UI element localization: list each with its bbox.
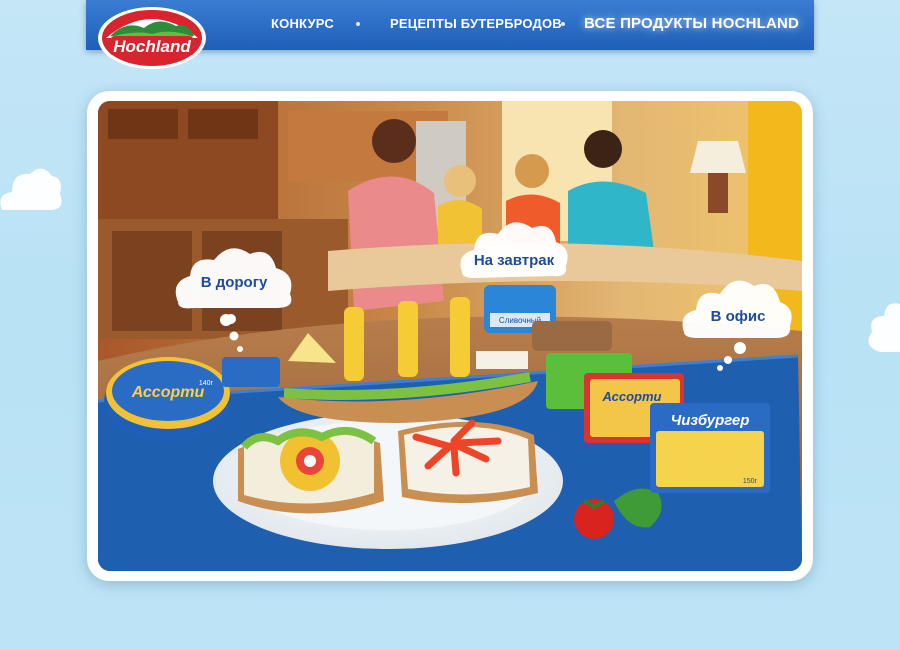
bubble-office[interactable]: В офис	[680, 268, 796, 372]
product-cheeseburger-name: Чизбургер	[671, 412, 750, 429]
bubble-breakfast[interactable]: На завтрак	[458, 212, 570, 282]
bubble-office-label: В офис	[710, 308, 766, 325]
nav-separator	[561, 22, 565, 26]
cloud-right	[866, 296, 900, 363]
nav-item-all-products[interactable]: ВСЕ ПРОДУКТЫ HOCHLAND	[584, 15, 799, 32]
bubble-on-the-road[interactable]: В дорогу	[172, 236, 296, 354]
product-assorti-round-weight: 140г	[199, 380, 214, 387]
nav-item-sandwich-recipes[interactable]: РЕЦЕПТЫ БУТЕРБРОДОВ	[390, 16, 562, 31]
hochland-logo[interactable]: Hochland	[96, 6, 208, 70]
logo-wordmark: Hochland	[113, 37, 191, 56]
product-assorti-slices-name: Ассорти	[602, 389, 662, 404]
cloud-left	[0, 158, 62, 219]
nav-item-contest[interactable]: КОНКУРС	[271, 16, 334, 31]
bubble-breakfast-label: На завтрак	[473, 252, 555, 269]
bubble-dot	[226, 314, 236, 324]
nav-separator	[356, 22, 360, 26]
product-assorti-round-name: Ассорти	[131, 384, 205, 401]
bubble-on-the-road-label: В дорогу	[200, 274, 268, 291]
product-cheeseburger-weight: 150г	[743, 478, 758, 485]
